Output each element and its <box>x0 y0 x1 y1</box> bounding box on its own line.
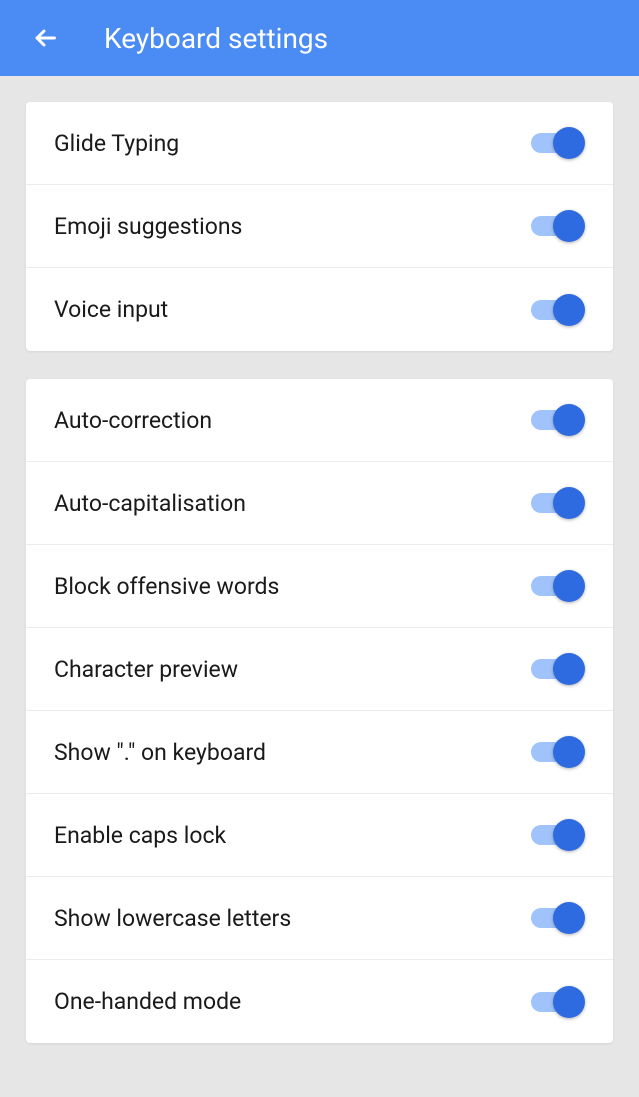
toggle-show-period[interactable] <box>531 735 585 769</box>
toggle-caps-lock[interactable] <box>531 818 585 852</box>
setting-row-auto-correction[interactable]: Auto-correction <box>26 379 613 462</box>
setting-label: Auto-correction <box>54 407 212 434</box>
setting-label: Show lowercase letters <box>54 905 291 932</box>
setting-row-voice-input[interactable]: Voice input <box>26 268 613 351</box>
setting-label: Character preview <box>54 656 238 683</box>
app-header: Keyboard settings <box>0 0 639 76</box>
toggle-thumb <box>553 294 585 326</box>
setting-label: Glide Typing <box>54 130 179 157</box>
back-button[interactable] <box>24 18 64 58</box>
setting-row-auto-capitalisation[interactable]: Auto-capitalisation <box>26 462 613 545</box>
toggle-thumb <box>553 570 585 602</box>
setting-label: Enable caps lock <box>54 822 226 849</box>
setting-row-caps-lock[interactable]: Enable caps lock <box>26 794 613 877</box>
settings-group-2: Auto-correction Auto-capitalisation Bloc… <box>26 379 613 1043</box>
setting-label: Voice input <box>54 296 168 323</box>
setting-label: Show "." on keyboard <box>54 739 266 766</box>
toggle-auto-capitalisation[interactable] <box>531 486 585 520</box>
toggle-thumb <box>553 653 585 685</box>
setting-row-show-period[interactable]: Show "." on keyboard <box>26 711 613 794</box>
toggle-thumb <box>553 487 585 519</box>
setting-label: One-handed mode <box>54 988 241 1015</box>
toggle-voice-input[interactable] <box>531 293 585 327</box>
setting-row-one-handed[interactable]: One-handed mode <box>26 960 613 1043</box>
setting-row-lowercase-letters[interactable]: Show lowercase letters <box>26 877 613 960</box>
setting-label: Auto-capitalisation <box>54 490 246 517</box>
toggle-block-offensive[interactable] <box>531 569 585 603</box>
setting-row-emoji-suggestions[interactable]: Emoji suggestions <box>26 185 613 268</box>
settings-group-1: Glide Typing Emoji suggestions Voice inp… <box>26 102 613 351</box>
setting-label: Emoji suggestions <box>54 213 242 240</box>
settings-content: Glide Typing Emoji suggestions Voice inp… <box>0 76 639 1097</box>
toggle-thumb <box>553 210 585 242</box>
toggle-emoji-suggestions[interactable] <box>531 209 585 243</box>
toggle-character-preview[interactable] <box>531 652 585 686</box>
toggle-thumb <box>553 819 585 851</box>
back-arrow-icon <box>30 24 58 52</box>
toggle-lowercase-letters[interactable] <box>531 901 585 935</box>
setting-row-character-preview[interactable]: Character preview <box>26 628 613 711</box>
toggle-thumb <box>553 127 585 159</box>
toggle-auto-correction[interactable] <box>531 403 585 437</box>
toggle-one-handed[interactable] <box>531 985 585 1019</box>
toggle-thumb <box>553 902 585 934</box>
toggle-thumb <box>553 986 585 1018</box>
setting-row-glide-typing[interactable]: Glide Typing <box>26 102 613 185</box>
toggle-glide-typing[interactable] <box>531 126 585 160</box>
page-title: Keyboard settings <box>104 22 328 55</box>
setting-row-block-offensive[interactable]: Block offensive words <box>26 545 613 628</box>
toggle-thumb <box>553 736 585 768</box>
setting-label: Block offensive words <box>54 573 279 600</box>
toggle-thumb <box>553 404 585 436</box>
